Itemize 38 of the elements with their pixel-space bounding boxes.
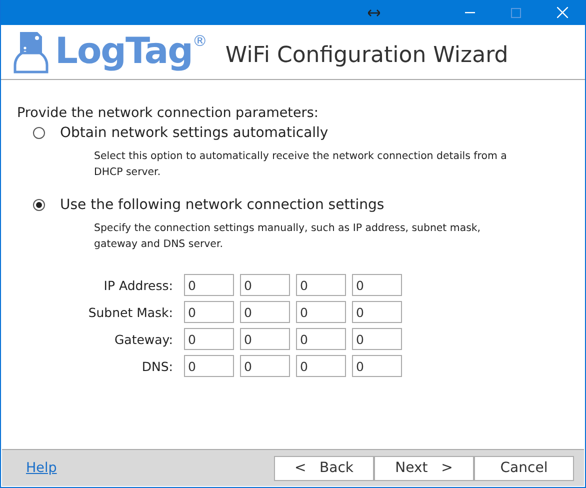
ip-octet-field[interactable]: 0 bbox=[352, 274, 402, 296]
resize-icon[interactable] bbox=[368, 8, 380, 16]
close-icon[interactable] bbox=[556, 7, 568, 18]
ip-octet-field[interactable]: 0 bbox=[352, 301, 402, 323]
ip-octet-field[interactable]: 0 bbox=[352, 355, 402, 377]
wizard-button[interactable]: Cancel bbox=[474, 456, 574, 480]
ip-octet-field[interactable]: 0 bbox=[240, 328, 290, 350]
ip-octet-field[interactable]: 0 bbox=[296, 328, 346, 350]
wizard-button[interactable]: < Back bbox=[274, 456, 374, 480]
ip-octet-field[interactable]: 0 bbox=[240, 274, 290, 296]
minimize-icon[interactable] bbox=[465, 12, 475, 14]
field-label: Subnet Mask: bbox=[87, 304, 173, 320]
help-link[interactable]: Help bbox=[26, 460, 274, 476]
instruction-text: Provide the network connection parameters: bbox=[17, 105, 320, 121]
ip-octet-field[interactable]: 0 bbox=[184, 274, 234, 296]
wizard-button[interactable]: Next > bbox=[374, 456, 474, 480]
ip-octet-field[interactable]: 0 bbox=[184, 301, 234, 323]
logo-text: LogTag bbox=[55, 30, 192, 74]
ip-octet-field[interactable]: 0 bbox=[184, 328, 234, 350]
wizard-title: WiFi Configuration Wizard bbox=[225, 42, 508, 68]
ip-octet-field[interactable]: 0 bbox=[296, 355, 346, 377]
option-description: Specify the connection settings manually, such as IP address, subnet mask, gateway and DNS server. bbox=[94, 222, 482, 252]
ip-octet-field[interactable]: 0 bbox=[352, 328, 402, 350]
radio-button[interactable] bbox=[33, 127, 45, 139]
field-label: Gateway: bbox=[113, 332, 173, 346]
ip-octet-field[interactable]: 0 bbox=[240, 301, 290, 323]
field-label: DNS: bbox=[140, 358, 173, 374]
field-label: IP Address: bbox=[102, 278, 173, 292]
ip-octet-field[interactable]: 0 bbox=[296, 274, 346, 296]
option-label[interactable]: Use the following network connection settings bbox=[60, 197, 384, 213]
ip-octet-field[interactable]: 0 bbox=[240, 355, 290, 377]
ip-octet-field[interactable]: 0 bbox=[296, 301, 346, 323]
option-label[interactable]: Obtain network settings automatically bbox=[60, 125, 328, 141]
radio-button[interactable] bbox=[33, 199, 45, 211]
option-description: Select this option to automatically receive the network connection details from a DHCP server. bbox=[94, 150, 508, 180]
logger-device-icon bbox=[13, 30, 49, 74]
ip-octet-field[interactable]: 0 bbox=[184, 355, 234, 377]
registered-mark: ® bbox=[192, 32, 208, 50]
